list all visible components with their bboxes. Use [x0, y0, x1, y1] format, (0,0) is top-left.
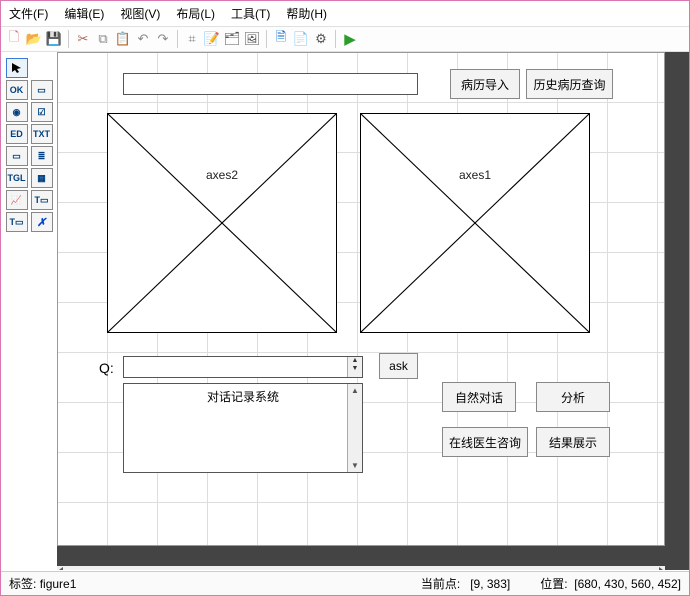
dialog-listbox[interactable]: 对话记录系统 ▲▼	[123, 383, 363, 473]
status-curpoint-value: [9, 383]	[470, 577, 510, 591]
horizontal-scrollbar[interactable]	[57, 566, 665, 570]
toolbar-editor-icon[interactable]: ⚙	[312, 30, 330, 48]
import-button-label: 病历导入	[461, 76, 509, 93]
doctor-consult-button-label: 在线医生咨询	[449, 434, 521, 451]
slider-tool[interactable]: ▭	[31, 80, 53, 100]
status-tag-value: figure1	[40, 577, 77, 591]
redo-icon[interactable]: ↷	[154, 30, 172, 48]
open-file-icon[interactable]: 📂	[25, 30, 43, 48]
canvas-area: 病历导入 历史病历查询 axes2 axes1 Q: ▲▼ ask 对话记录	[57, 52, 689, 570]
question-spinner[interactable]: ▲▼	[123, 356, 363, 378]
edittext-tool[interactable]: ED	[6, 124, 28, 144]
popupmenu-tool[interactable]: ▭	[6, 146, 28, 166]
workspace: OK ▭ ◉ ☑ ED TXT ▭ ≣ TGL ▦ 📈 T▭ T▭ ✗	[1, 52, 689, 570]
toolbar: 🗋 📂 💾 ✂ ⧉ 📋 ↶ ↷ ⌗ 📝 🗂 🖼 🗎 📄 ⚙ ▶	[1, 26, 689, 52]
panel-tool[interactable]: T▭	[31, 190, 53, 210]
radiobutton-tool[interactable]: ◉	[6, 102, 28, 122]
tab-order-icon[interactable]: 📄	[292, 30, 310, 48]
listbox-tool[interactable]: ≣	[31, 146, 53, 166]
browser-icon[interactable]: 🖼	[243, 30, 261, 48]
axes-tool[interactable]: 📈	[6, 190, 28, 210]
menu-help[interactable]: 帮助(H)	[286, 5, 327, 22]
result-display-button-label: 结果展示	[549, 434, 597, 451]
paste-icon[interactable]: 📋	[114, 30, 132, 48]
right-ruler	[665, 52, 689, 546]
axes1[interactable]: axes1	[360, 113, 590, 333]
menu-layout[interactable]: 布局(L)	[176, 5, 215, 22]
spinner-arrows[interactable]: ▲▼	[347, 357, 362, 377]
statictext-tool[interactable]: TXT	[31, 124, 53, 144]
copy-icon[interactable]: ⧉	[94, 30, 112, 48]
run-icon[interactable]: ▶	[341, 30, 359, 48]
property-icon[interactable]: 🗂	[223, 30, 241, 48]
activex-tool[interactable]: ✗	[31, 212, 53, 232]
dialog-listbox-text: 对话记录系统	[124, 384, 362, 409]
status-tag-label: 标签:	[9, 575, 36, 592]
pushbutton-tool[interactable]: OK	[6, 80, 28, 100]
import-button[interactable]: 病历导入	[450, 69, 520, 99]
axes1-label: axes1	[459, 168, 491, 182]
analysis-button-label: 分析	[561, 389, 585, 406]
menu-edit[interactable]: 编辑(E)	[64, 5, 104, 22]
design-grid[interactable]: 病历导入 历史病历查询 axes2 axes1 Q: ▲▼ ask 对话记录	[57, 52, 665, 546]
axes2-label: axes2	[206, 168, 238, 182]
natural-dialog-button-label: 自然对话	[455, 389, 503, 406]
ask-button[interactable]: ask	[379, 353, 418, 379]
history-query-button-label: 历史病历查询	[533, 76, 605, 93]
save-icon[interactable]: 💾	[45, 30, 63, 48]
q-label: Q:	[99, 360, 114, 376]
status-bar: 标签: figure1 当前点: [9, 383] 位置: [680, 430,…	[1, 571, 689, 595]
status-pos-label: 位置:	[540, 577, 567, 591]
table-tool[interactable]: ▦	[31, 168, 53, 188]
status-pos-value: [680, 430, 560, 452]	[574, 577, 681, 591]
menu-tools[interactable]: 工具(T)	[231, 5, 270, 22]
menu-view[interactable]: 视图(V)	[120, 5, 160, 22]
editor-icon[interactable]: 📝	[203, 30, 221, 48]
axes2[interactable]: axes2	[107, 113, 337, 333]
status-curpoint-label: 当前点:	[421, 577, 460, 591]
buttongroup-tool[interactable]: T▭	[6, 212, 28, 232]
component-palette: OK ▭ ◉ ☑ ED TXT ▭ ≣ TGL ▦ 📈 T▭ T▭ ✗	[1, 52, 57, 570]
mfile-icon[interactable]: 🗎	[272, 30, 290, 48]
ask-button-label: ask	[389, 359, 408, 373]
natural-dialog-button[interactable]: 自然对话	[442, 382, 516, 412]
undo-icon[interactable]: ↶	[134, 30, 152, 48]
checkbox-tool[interactable]: ☑	[31, 102, 53, 122]
togglebutton-tool[interactable]: TGL	[6, 168, 28, 188]
doctor-consult-button[interactable]: 在线医生咨询	[442, 427, 528, 457]
analysis-button[interactable]: 分析	[536, 382, 610, 412]
listbox-scrollbar[interactable]: ▲▼	[347, 384, 362, 472]
align-icon[interactable]: ⌗	[183, 30, 201, 48]
menu-file[interactable]: 文件(F)	[9, 5, 48, 22]
top-edit-field[interactable]	[123, 73, 418, 95]
history-query-button[interactable]: 历史病历查询	[526, 69, 613, 99]
result-display-button[interactable]: 结果展示	[536, 427, 610, 457]
select-tool[interactable]	[6, 58, 28, 78]
cut-icon[interactable]: ✂	[74, 30, 92, 48]
menu-bar: 文件(F) 编辑(E) 视图(V) 布局(L) 工具(T) 帮助(H)	[1, 1, 689, 26]
new-file-icon[interactable]: 🗋	[5, 30, 23, 48]
